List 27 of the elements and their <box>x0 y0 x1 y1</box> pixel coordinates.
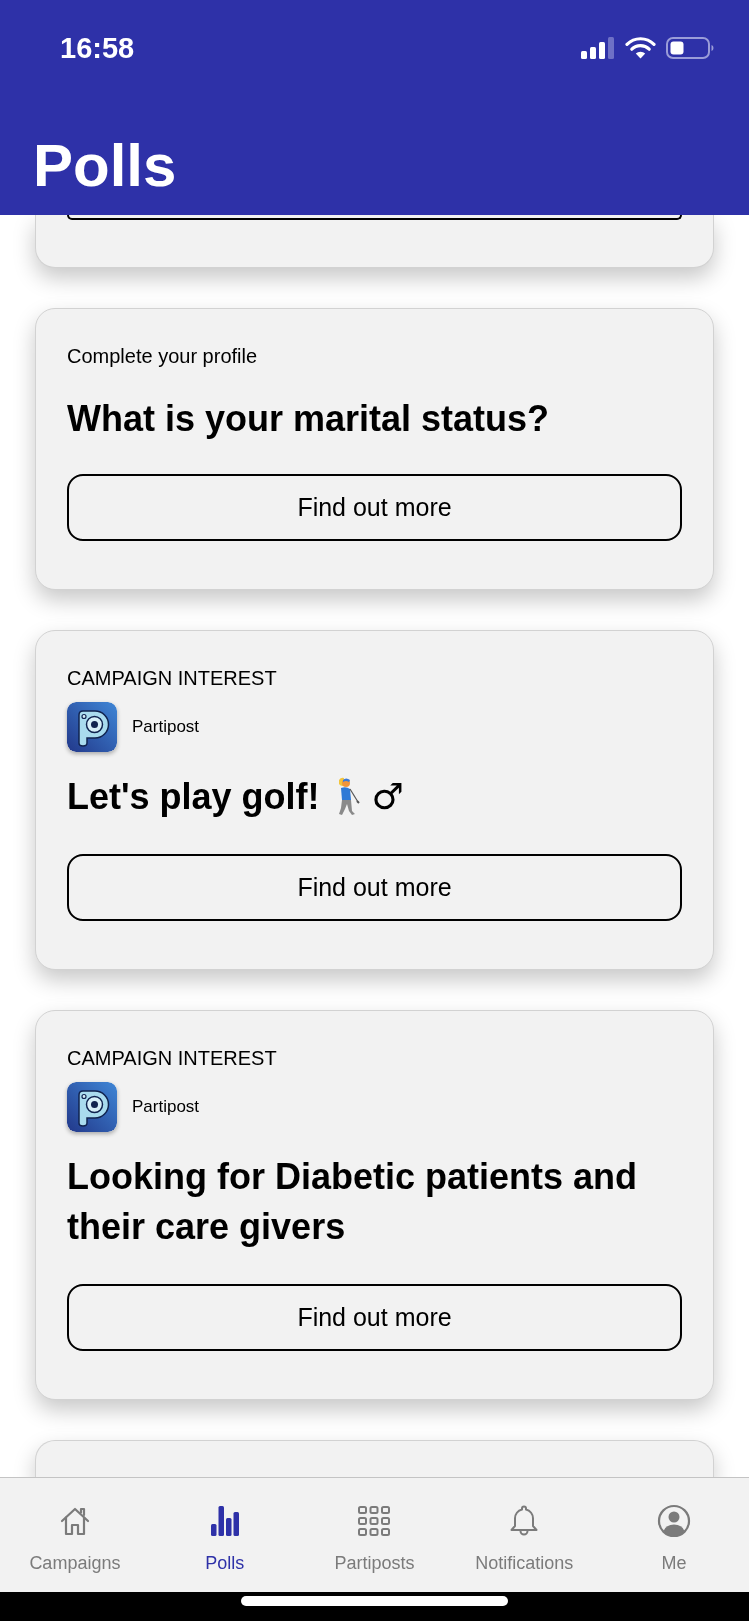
battery-icon <box>666 37 714 59</box>
card-category: Complete your profile <box>67 344 259 369</box>
card-category: CAMPAIGN INTEREST <box>67 1046 278 1071</box>
source-name: Partipost <box>132 716 200 739</box>
grid-icon <box>357 1504 392 1538</box>
nav-tab[interactable]: Polls <box>149 1478 300 1592</box>
profile-icon <box>657 1504 692 1538</box>
signal-icon <box>581 37 615 59</box>
find-out-more-button[interactable]: Find out more <box>67 474 682 541</box>
find-out-more-button[interactable]: Find out more <box>67 1284 682 1351</box>
find-out-more-button[interactable]: Find out more <box>67 854 682 921</box>
campaign-title: Looking for Diabetic patients and their care givers <box>67 1155 639 1249</box>
nav-tab[interactable]: Partiposts <box>299 1478 450 1592</box>
campaign-title: Let's play golf! <box>67 775 320 819</box>
button[interactable] <box>67 215 682 220</box>
page-title: Polls <box>32 136 178 196</box>
logo-icon <box>67 1082 117 1132</box>
nav-tab[interactable]: Notifications <box>449 1478 600 1592</box>
card-category: CAMPAIGN INTEREST <box>67 666 278 691</box>
wifi-icon <box>625 37 656 59</box>
source-name: Partipost <box>132 1096 200 1119</box>
logo-icon <box>67 702 117 752</box>
male-sign: ♂ <box>371 775 404 819</box>
card-question: What is your marital status? <box>67 397 551 441</box>
nav-tab[interactable]: Campaigns <box>0 1478 150 1592</box>
nav-tab[interactable]: Me <box>599 1478 749 1592</box>
status-time: 16:58 <box>60 33 135 63</box>
